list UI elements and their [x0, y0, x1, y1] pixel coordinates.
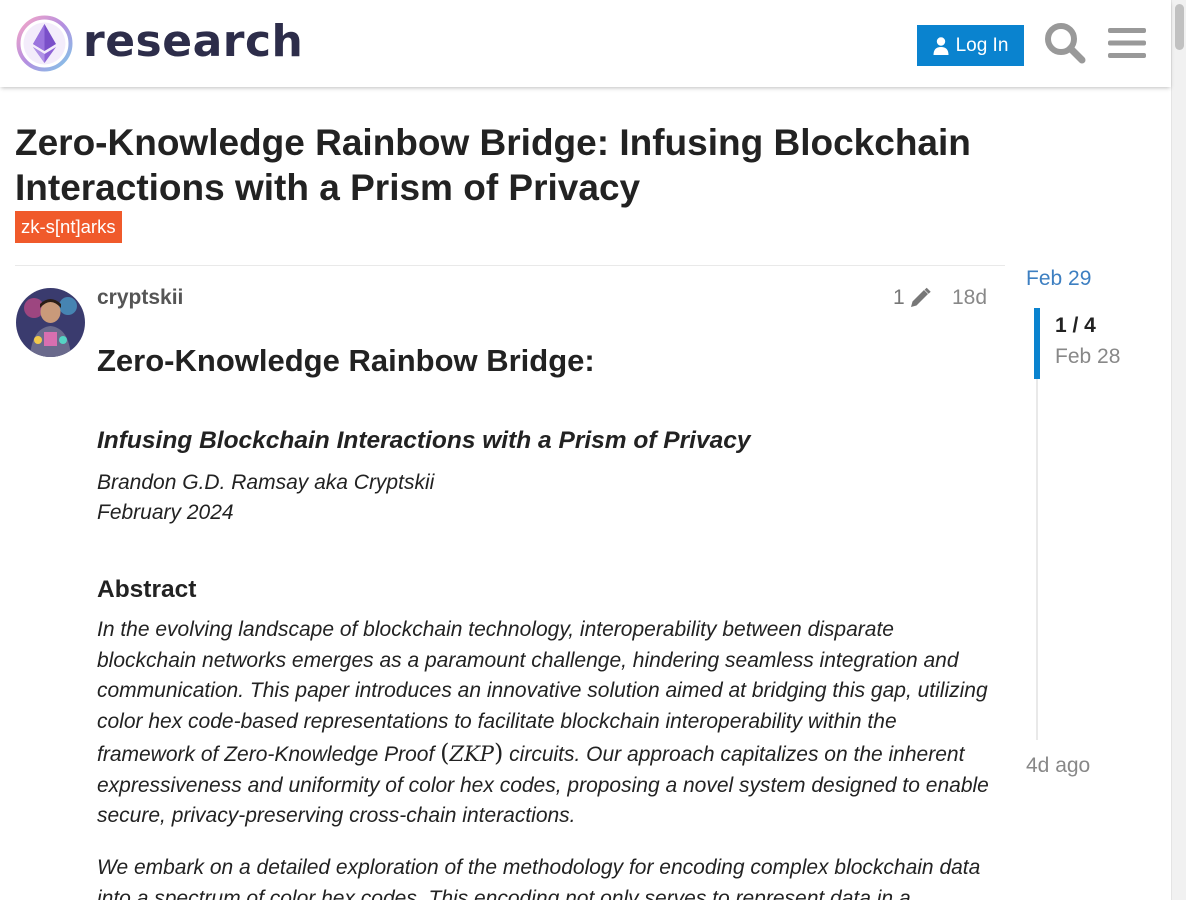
scrollbar-thumb[interactable]: [1175, 4, 1184, 50]
login-label: Log In: [955, 34, 1009, 56]
login-button[interactable]: Log In: [917, 25, 1024, 66]
site-name: research: [83, 15, 304, 67]
post-author: Brandon G.D. Ramsay aka Cryptskii: [97, 471, 435, 494]
post-age[interactable]: 18d: [952, 286, 987, 310]
post-heading: Zero-Knowledge Rainbow Bridge:: [97, 343, 595, 378]
post-date-line: February 2024: [97, 501, 234, 524]
search-icon[interactable]: [1044, 22, 1086, 64]
title-divider: [15, 265, 1005, 266]
post-content: Zero-Knowledge Rainbow Bridge: Infusing …: [97, 340, 992, 900]
abstract-paragraph: In the evolving landscape of blockchain …: [97, 618, 989, 828]
site-logo[interactable]: research: [16, 15, 303, 72]
abstract-heading: Abstract: [97, 576, 197, 603]
timeline-current-date: Feb 28: [1055, 345, 1121, 368]
abstract-paragraph-2: We embark on a detailed exploration of t…: [97, 855, 981, 900]
edit-count: 1: [893, 286, 905, 309]
timeline-handle[interactable]: [1034, 308, 1040, 379]
post-username[interactable]: cryptskii: [97, 286, 183, 310]
abstract-math: ZKP: [449, 741, 494, 766]
timeline-start[interactable]: Feb 29: [1026, 267, 1091, 291]
site-header: research Log In: [0, 0, 1171, 87]
pencil-icon: [910, 287, 931, 307]
timeline-position: 1 / 4: [1055, 314, 1096, 337]
page-scrollbar[interactable]: [1171, 0, 1186, 900]
edit-history[interactable]: 1: [893, 286, 931, 310]
timeline-end[interactable]: 4d ago: [1026, 754, 1090, 778]
topic-title[interactable]: Zero-Knowledge Rainbow Bridge: Infusing …: [15, 120, 1015, 210]
avatar[interactable]: [16, 288, 85, 357]
user-icon: [933, 36, 949, 55]
category-tag[interactable]: zk-s[nt]arks: [15, 211, 122, 243]
post-subheading: Infusing Blockchain Interactions with a …: [97, 427, 751, 454]
menu-icon[interactable]: [1106, 22, 1148, 64]
logo-icon: [16, 15, 73, 72]
